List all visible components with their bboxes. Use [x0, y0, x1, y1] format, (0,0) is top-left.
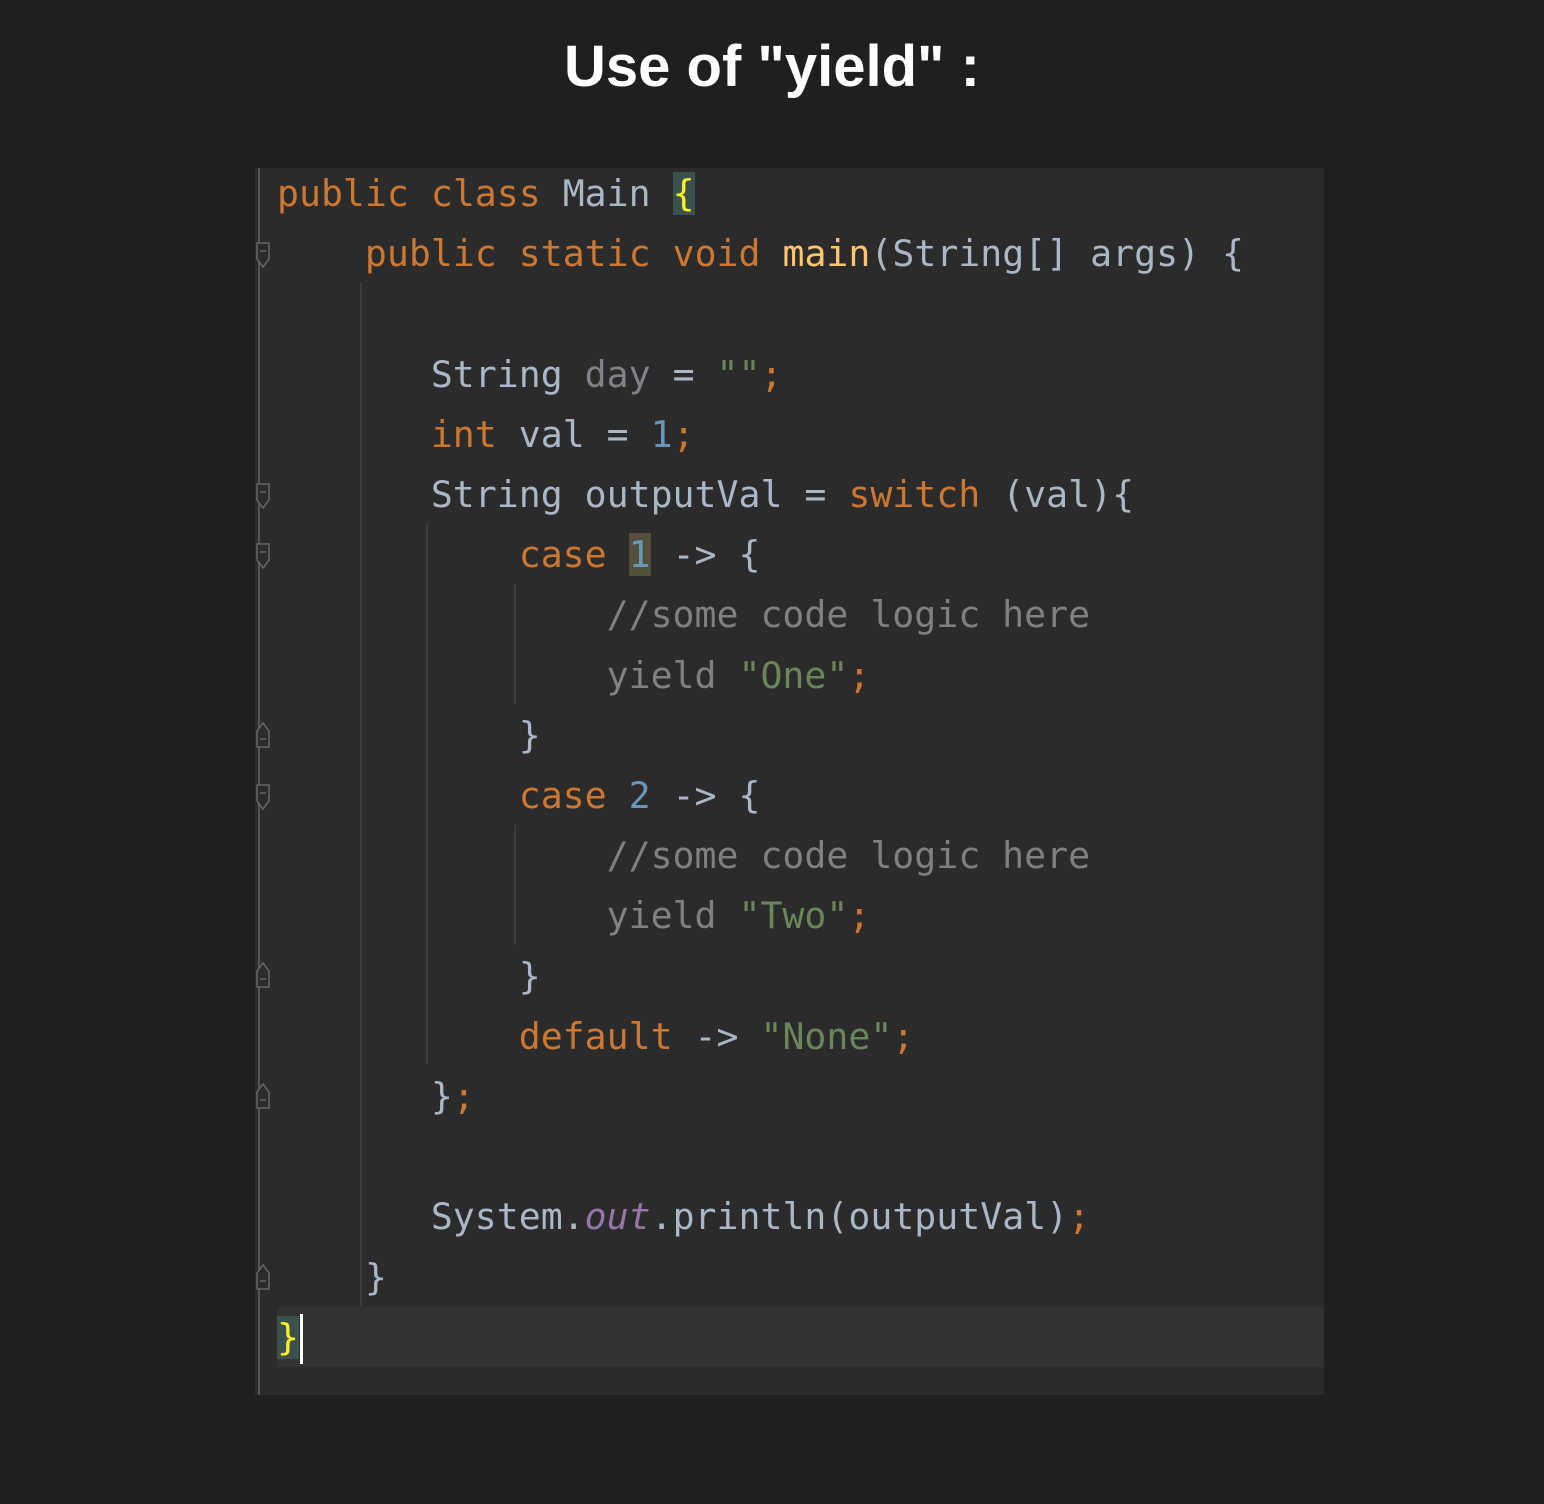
code-token: yield — [606, 894, 717, 938]
code-line[interactable]: String day = ""; — [277, 345, 783, 405]
code-token: ; — [1068, 1195, 1091, 1239]
code-token: public — [277, 172, 409, 215]
fold-expand-end-icon[interactable] — [255, 720, 271, 750]
code-token: 2 — [628, 774, 651, 817]
fold-collapse-icon[interactable] — [255, 782, 271, 812]
code-token: } — [277, 1075, 453, 1118]
code-line[interactable]: yield "Two"; — [277, 886, 871, 946]
code-token: } — [277, 713, 541, 757]
code-line[interactable]: case 1 -> { — [277, 525, 760, 585]
code-token: "" — [716, 352, 761, 396]
code-editor[interactable]: public class Main { public static void m… — [255, 168, 1324, 1395]
code-line[interactable]: } — [277, 947, 541, 1007]
code-line[interactable]: case 2 -> { — [277, 766, 761, 826]
code-token: int — [430, 412, 497, 456]
code-line[interactable]: default -> "None"; — [277, 1007, 915, 1067]
code-line[interactable]: //some code logic here — [277, 585, 1090, 645]
code-token: ; — [848, 653, 871, 697]
code-token: "Two" — [738, 894, 849, 938]
code-token: -> { — [650, 774, 761, 817]
fold-expand-end-icon[interactable] — [255, 960, 271, 990]
code-line[interactable]: } — [277, 1248, 387, 1308]
code-token: void — [672, 232, 761, 276]
code-token: case — [518, 774, 607, 817]
code-token: ; — [892, 1014, 915, 1058]
code-token: val = — [496, 412, 651, 456]
code-token: static — [518, 232, 651, 276]
code-line[interactable]: }; — [277, 1067, 475, 1127]
code-token: -> — [672, 1014, 761, 1058]
code-token: public — [364, 232, 497, 276]
code-token: { — [672, 172, 695, 215]
code-token: ; — [760, 352, 783, 396]
code-line[interactable]: String outputVal = switch (val){ — [277, 465, 1134, 525]
current-line-highlight — [277, 1307, 1324, 1367]
code-token: (val){ — [980, 473, 1135, 516]
code-token: default — [518, 1014, 673, 1058]
code-token: Main — [540, 172, 673, 215]
code-token: } — [277, 1315, 299, 1359]
code-token: day — [584, 352, 651, 396]
code-token: .println(outputVal) — [650, 1195, 1069, 1239]
code-line[interactable]: yield "One"; — [277, 646, 871, 706]
code-line[interactable]: } — [277, 1308, 303, 1368]
code-token: ; — [848, 894, 871, 938]
code-token: ; — [452, 1075, 475, 1118]
code-line[interactable]: } — [277, 706, 541, 766]
code-line[interactable]: public class Main { — [277, 168, 695, 224]
code-token: //some code logic here — [606, 593, 1091, 637]
code-token: } — [277, 1255, 387, 1299]
code-token: (String[] args) { — [870, 232, 1244, 276]
code-token: yield — [606, 653, 717, 697]
fold-expand-end-icon[interactable] — [255, 1262, 271, 1292]
code-token: "None" — [760, 1014, 893, 1058]
code-token: main — [782, 232, 871, 276]
code-line[interactable]: //some code logic here — [277, 826, 1090, 886]
code-token: case — [518, 533, 607, 577]
code-token: switch — [848, 473, 981, 516]
code-token: class — [430, 172, 541, 215]
code-token: -> { — [650, 533, 761, 577]
code-token: 1 — [628, 533, 651, 577]
code-line[interactable]: int val = 1; — [277, 405, 695, 465]
code-token: "One" — [738, 653, 849, 697]
fold-expand-end-icon[interactable] — [255, 1081, 271, 1111]
code-line[interactable]: public static void main(String[] args) { — [277, 224, 1244, 284]
page-title: Use of "yield" : — [564, 34, 980, 99]
code-token: out — [584, 1195, 651, 1239]
code-line[interactable]: System.out.println(outputVal); — [277, 1187, 1090, 1247]
code-token: } — [277, 954, 541, 998]
code-token: System. — [277, 1195, 585, 1239]
fold-collapse-icon[interactable] — [255, 541, 271, 571]
fold-collapse-icon[interactable] — [255, 481, 271, 511]
code-token: String outputVal = — [277, 473, 849, 516]
code-token: //some code logic here — [606, 834, 1091, 878]
text-caret — [299, 1314, 303, 1365]
code-token: = — [650, 352, 717, 396]
code-token: 1 — [650, 412, 673, 456]
fold-collapse-icon[interactable] — [255, 240, 271, 270]
code-token: ; — [672, 412, 695, 456]
code-token: String — [277, 352, 585, 396]
